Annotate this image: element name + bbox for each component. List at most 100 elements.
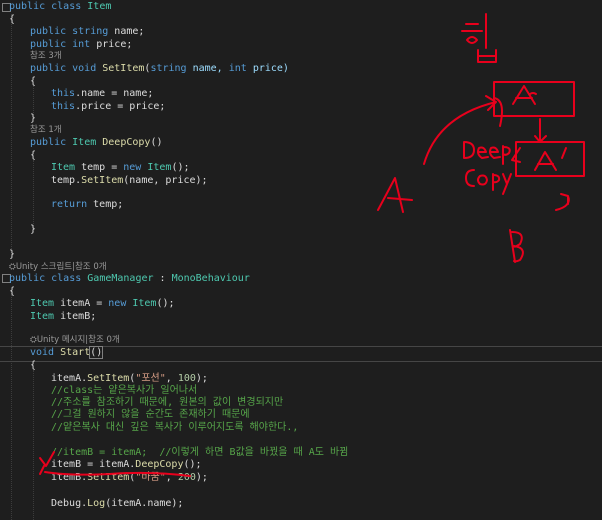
code-line[interactable]: { bbox=[9, 13, 15, 27]
type-name: Item bbox=[51, 162, 82, 173]
code-line[interactable]: public Item DeepCopy() bbox=[30, 136, 162, 150]
comment-line[interactable]: //얕은복사 대신 깊은 복사가 이루어지도록 해야한다., bbox=[51, 421, 298, 435]
identifier: (itemA.name); bbox=[105, 498, 184, 509]
keyword: return bbox=[51, 199, 94, 210]
identifier: price; bbox=[96, 39, 133, 50]
keyword: new bbox=[108, 298, 133, 309]
identifier: temp = bbox=[81, 162, 124, 173]
identifier: itemB. bbox=[51, 472, 88, 483]
code-line[interactable]: { bbox=[30, 359, 36, 373]
punctuation: , bbox=[165, 373, 178, 384]
code-line[interactable]: } bbox=[30, 223, 36, 237]
code-line[interactable]: } bbox=[30, 112, 36, 126]
identifier: temp. bbox=[51, 175, 82, 186]
codelens-references[interactable]: 참조 1개 bbox=[30, 125, 62, 136]
letter-a-box bbox=[512, 85, 536, 105]
method-name: DeepCopy bbox=[102, 137, 151, 148]
handwritten-deep-copy bbox=[463, 141, 512, 195]
code-line[interactable]: public class Item bbox=[9, 0, 111, 14]
codelens-text: Unity 스크립트|참조 0개 bbox=[15, 262, 107, 272]
curved-arrow-to-box bbox=[423, 95, 497, 165]
code-line[interactable]: } bbox=[9, 248, 15, 262]
code-line[interactable]: itemB = itemA.DeepCopy(); bbox=[51, 458, 202, 472]
identifier: .name = name; bbox=[75, 88, 154, 99]
code-line[interactable]: this.name = name; bbox=[51, 87, 153, 101]
code-line[interactable]: Debug.Log(itemA.name); bbox=[51, 497, 183, 511]
code-line[interactable]: this.price = price; bbox=[51, 100, 165, 114]
keyword: public void bbox=[30, 63, 103, 74]
code-editor[interactable]: public class Item { public string name; … bbox=[0, 0, 602, 520]
code-line[interactable]: public int price; bbox=[30, 38, 132, 52]
identifier: .price = price; bbox=[75, 101, 166, 112]
type-name: Item bbox=[147, 162, 172, 173]
code-line[interactable]: void Start() bbox=[30, 346, 104, 360]
codelens-text: Unity 메시지|참조 0개 bbox=[36, 335, 120, 345]
punctuation: : bbox=[159, 273, 172, 284]
keyword: public bbox=[30, 137, 73, 148]
identifier: itemB = itemA. bbox=[51, 459, 136, 470]
indent-guide bbox=[11, 290, 12, 520]
code-line[interactable]: public string name; bbox=[30, 25, 144, 39]
punctuation: ); bbox=[195, 373, 208, 384]
matched-paren: () bbox=[89, 346, 104, 359]
punctuation: ); bbox=[195, 472, 208, 483]
punctuation: (); bbox=[156, 298, 175, 309]
punctuation: (); bbox=[183, 459, 202, 470]
handwritten-heap-glyph bbox=[461, 13, 497, 63]
keyword: int bbox=[228, 63, 253, 74]
punctuation: , bbox=[165, 472, 178, 483]
string-literal: "포션" bbox=[135, 373, 166, 384]
keyword: this bbox=[51, 88, 76, 99]
method-name: SetItem bbox=[102, 63, 145, 74]
letter-a-left bbox=[377, 177, 413, 213]
arrow-down bbox=[534, 118, 547, 143]
code-line[interactable]: return temp; bbox=[51, 198, 123, 212]
class-name: GameManager bbox=[87, 273, 160, 284]
parameter: name, bbox=[192, 63, 229, 74]
code-line[interactable]: public void SetItem(string name, int pri… bbox=[30, 62, 289, 76]
code-line[interactable]: { bbox=[9, 285, 15, 299]
keyword: public string bbox=[30, 26, 115, 37]
code-line[interactable]: public class GameManager : MonoBehaviour bbox=[9, 272, 250, 286]
arrow-up bbox=[555, 193, 570, 211]
identifier: name; bbox=[114, 26, 145, 37]
string-literal: "바꿈" bbox=[135, 472, 166, 483]
code-line[interactable]: { bbox=[30, 75, 36, 89]
code-line[interactable]: Item temp = new Item(); bbox=[51, 161, 190, 175]
box-a-top bbox=[493, 81, 575, 117]
identifier: Debug. bbox=[51, 498, 88, 509]
method-name: DeepCopy bbox=[135, 459, 184, 470]
indent-guide bbox=[33, 160, 34, 232]
codelens-unity-message[interactable]: ⛭Unity 메시지|참조 0개 bbox=[30, 335, 120, 346]
method-name: SetItem bbox=[87, 472, 130, 483]
identifier: itemA = bbox=[60, 298, 109, 309]
number-literal: 200 bbox=[177, 472, 196, 483]
identifier: (name, price); bbox=[123, 175, 208, 186]
method-name: Start bbox=[60, 347, 91, 358]
keyword: public int bbox=[30, 39, 97, 50]
identifier: itemA. bbox=[51, 373, 88, 384]
base-class-name: MonoBehaviour bbox=[171, 273, 250, 284]
type-name: Item bbox=[30, 311, 61, 322]
box-a-prime bbox=[515, 141, 585, 177]
unity-icon: ⛭ bbox=[9, 262, 16, 272]
comment-line[interactable]: //그걸 원하지 않을 순간도 존재하기 때문에 bbox=[51, 408, 250, 422]
indent-guide bbox=[11, 14, 12, 259]
code-line[interactable]: itemB.SetItem("바꿈", 200); bbox=[51, 471, 208, 485]
method-name: Log bbox=[87, 498, 106, 509]
keyword: void bbox=[30, 347, 61, 358]
keyword: public class bbox=[9, 1, 88, 12]
parameter: price) bbox=[252, 63, 289, 74]
method-name: SetItem bbox=[87, 373, 130, 384]
codelens-references[interactable]: 참조 3개 bbox=[30, 51, 62, 62]
red-pen-annotations bbox=[39, 13, 585, 477]
code-line[interactable]: { bbox=[30, 149, 36, 163]
code-line[interactable]: Item itemA = new Item(); bbox=[30, 297, 175, 311]
keyword: new bbox=[123, 162, 148, 173]
method-name: SetItem bbox=[81, 175, 124, 186]
letter-b bbox=[509, 229, 524, 263]
number-literal: 100 bbox=[177, 373, 196, 384]
code-line[interactable]: Item itemB; bbox=[30, 310, 96, 324]
code-line[interactable]: temp.SetItem(name, price); bbox=[51, 174, 208, 188]
unity-icon: ⛭ bbox=[30, 335, 37, 345]
